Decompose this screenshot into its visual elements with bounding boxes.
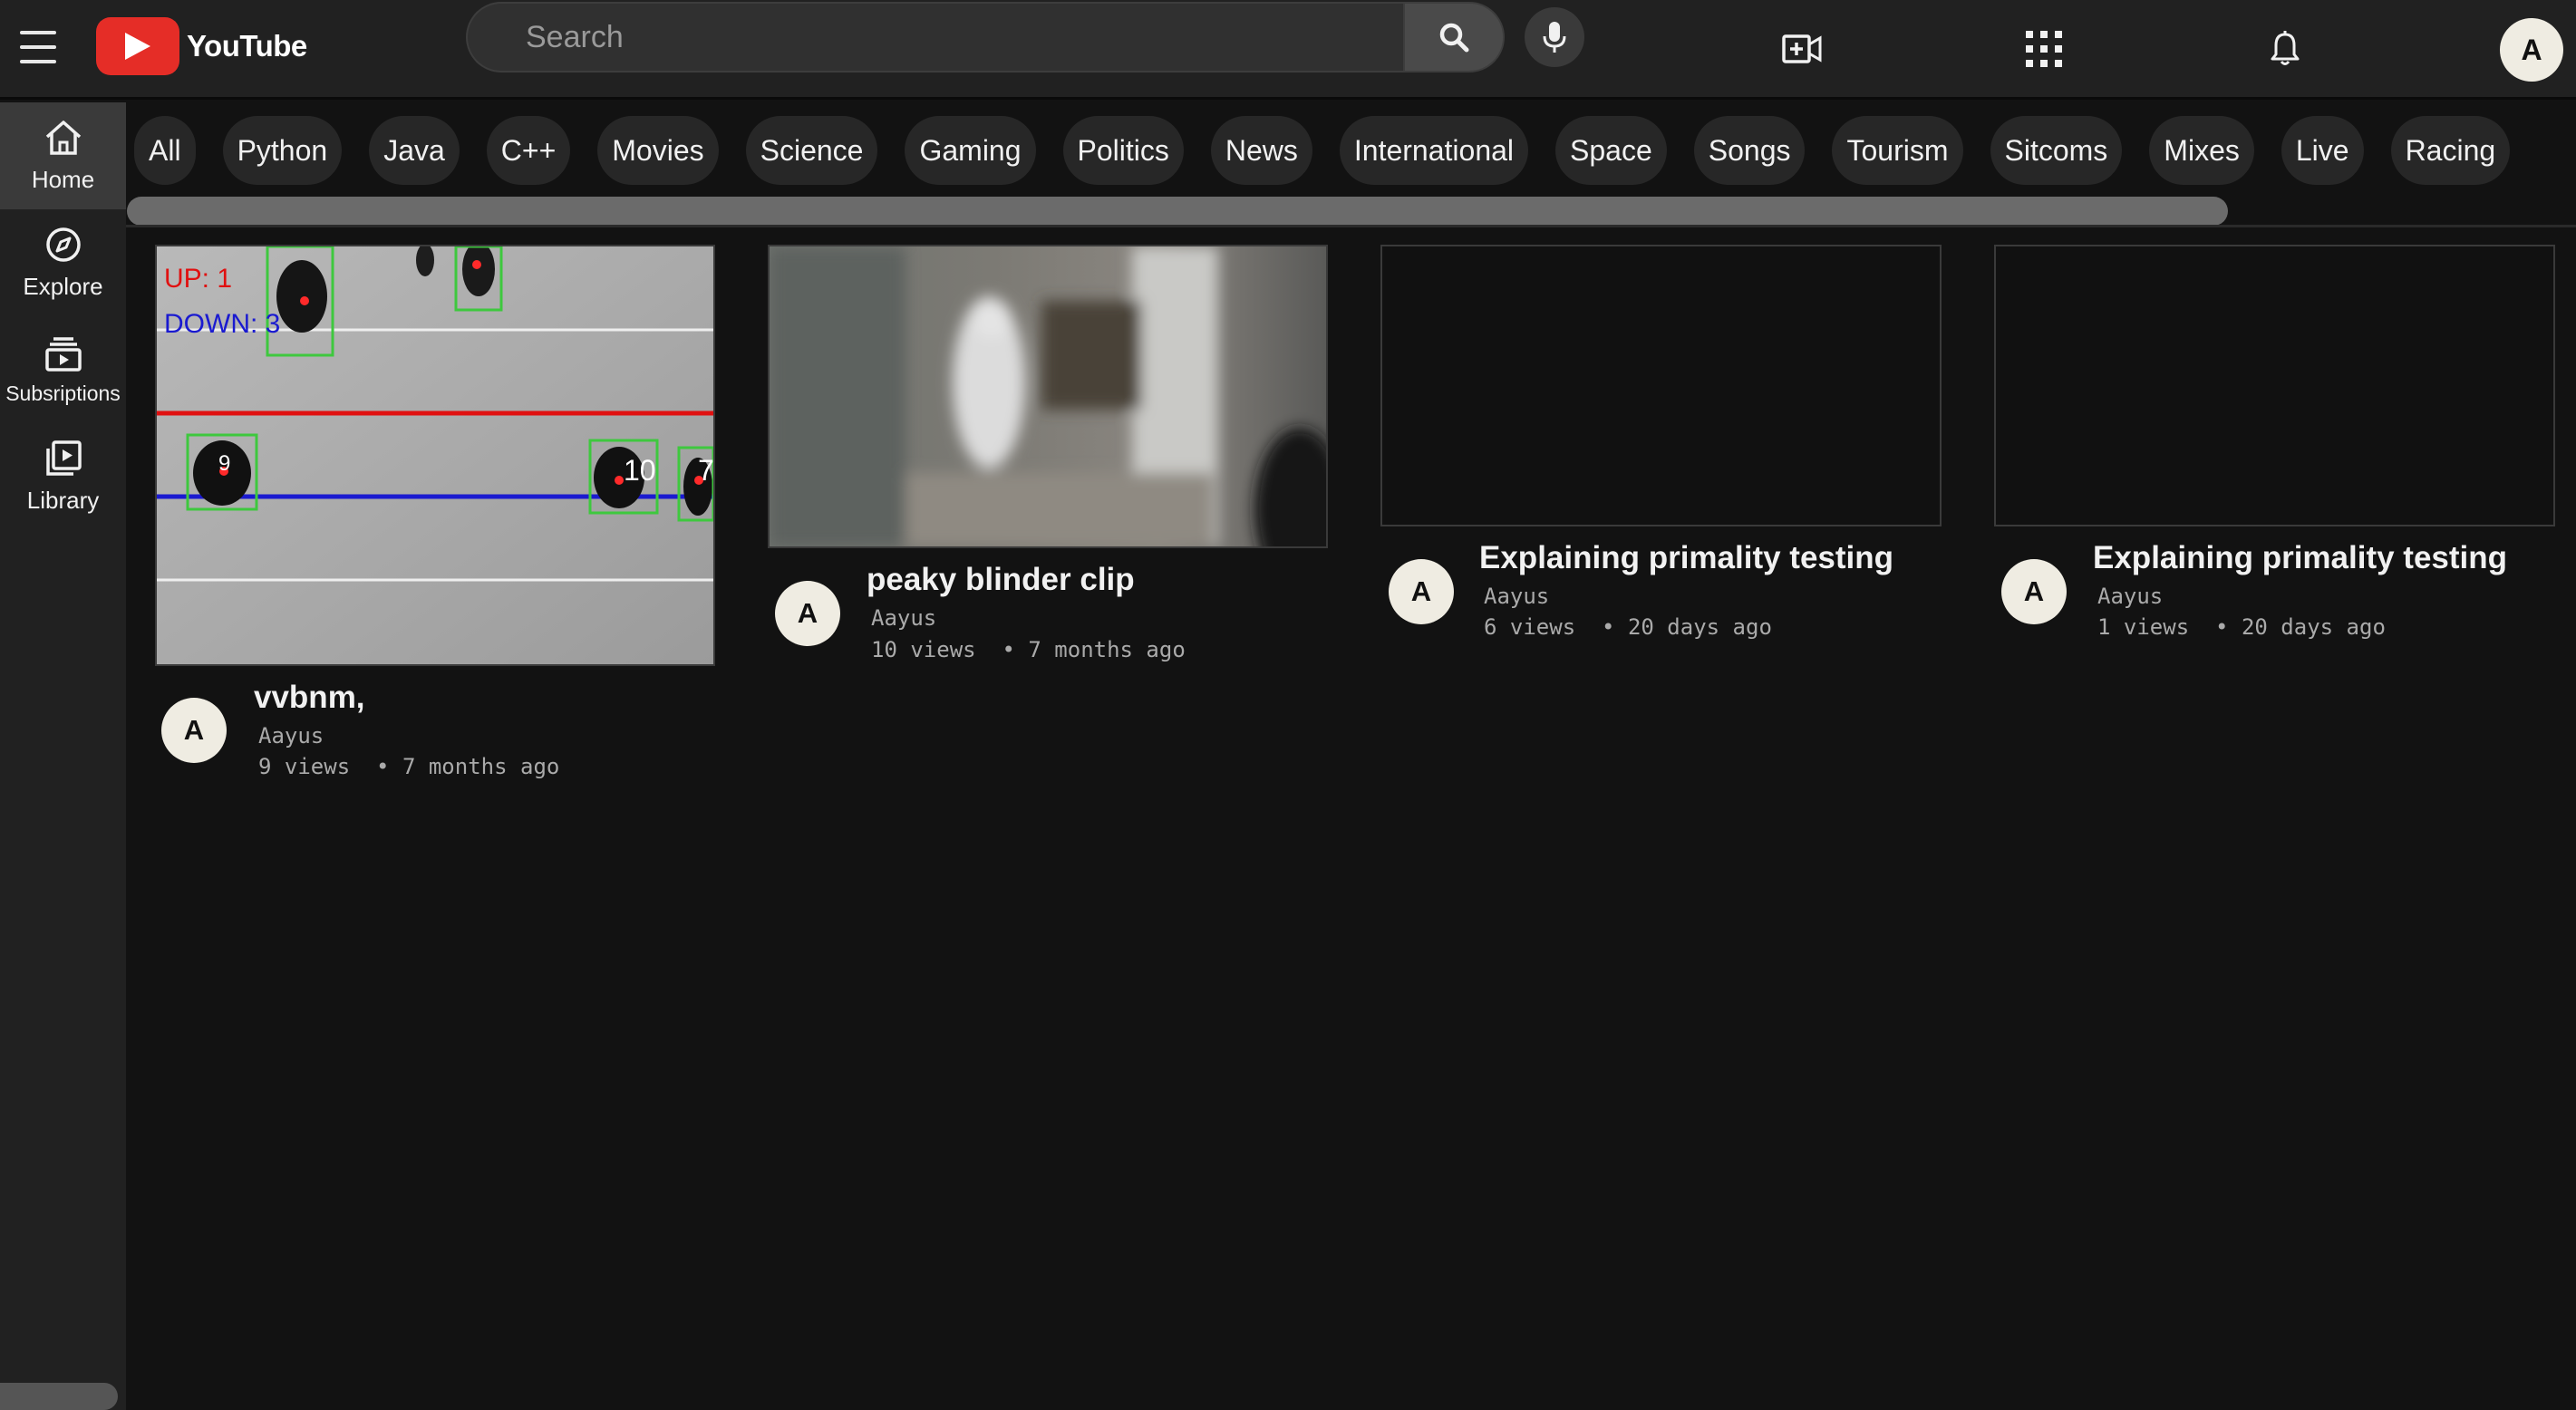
upload-age: 20 days ago bbox=[2241, 614, 2386, 640]
video-meta: 9 views • 7 months ago bbox=[258, 754, 560, 779]
search-bar bbox=[466, 2, 1505, 72]
view-count: 1 views bbox=[2097, 614, 2190, 640]
home-icon bbox=[45, 120, 81, 155]
video-meta: 6 views • 20 days ago bbox=[1484, 614, 1772, 640]
sidebar-item-label: Explore bbox=[23, 272, 103, 300]
chip-songs[interactable]: Songs bbox=[1693, 116, 1806, 185]
video-thumbnail[interactable] bbox=[768, 245, 1328, 548]
account-avatar[interactable]: A bbox=[2500, 18, 2563, 82]
counter-down-label: DOWN: 3 bbox=[164, 309, 280, 339]
chips-scrollbar[interactable] bbox=[127, 197, 2228, 226]
chip-tourism[interactable]: Tourism bbox=[1832, 116, 1963, 185]
subscriptions-icon bbox=[44, 336, 82, 372]
video-title[interactable]: Explaining primality testing bbox=[1479, 540, 1893, 576]
sidebar: Home Explore Subsriptions Library bbox=[0, 102, 126, 1410]
sidebar-item-subscriptions[interactable]: Subsriptions bbox=[0, 316, 126, 423]
chip-international[interactable]: International bbox=[1339, 116, 1529, 185]
chip-politics[interactable]: Politics bbox=[1062, 116, 1184, 185]
upload-age: 7 months ago bbox=[1028, 637, 1186, 662]
video-title[interactable]: vvbnm, bbox=[254, 680, 365, 716]
top-bar: YouTube Search A bbox=[0, 0, 2576, 100]
video-title[interactable]: peaky blinder clip bbox=[867, 562, 1135, 598]
video-meta: 10 views • 7 months ago bbox=[871, 637, 1186, 662]
counter-up-label: UP: 1 bbox=[164, 264, 232, 294]
view-count: 6 views bbox=[1484, 614, 1576, 640]
video-thumbnail[interactable]: UP: 1 DOWN: 3 9 10 7 bbox=[155, 245, 715, 666]
menu-icon[interactable] bbox=[20, 31, 56, 63]
sidebar-scrollbar[interactable] bbox=[0, 1383, 118, 1410]
thumbnail-image: UP: 1 DOWN: 3 9 10 7 bbox=[157, 246, 713, 664]
sidebar-item-home[interactable]: Home bbox=[0, 102, 126, 209]
thumbnail-image bbox=[770, 246, 1326, 546]
chip-movies[interactable]: Movies bbox=[597, 116, 719, 185]
channel-avatar[interactable]: A bbox=[1389, 559, 1454, 624]
chip-all[interactable]: All bbox=[134, 116, 196, 185]
compass-icon bbox=[45, 227, 81, 262]
chip-science[interactable]: Science bbox=[745, 116, 878, 185]
channel-avatar[interactable]: A bbox=[2001, 559, 2067, 624]
search-input[interactable] bbox=[466, 2, 1403, 72]
logo-text: YouTube bbox=[187, 29, 307, 63]
track-id-label: 10 bbox=[624, 454, 656, 487]
create-video-button[interactable] bbox=[1778, 25, 1825, 72]
search-icon bbox=[1439, 23, 1469, 53]
chip-space[interactable]: Space bbox=[1555, 116, 1667, 185]
library-icon bbox=[45, 439, 82, 476]
sidebar-item-label: Subsriptions bbox=[5, 381, 121, 405]
channel-avatar[interactable]: A bbox=[161, 698, 227, 763]
channel-name[interactable]: Aayus bbox=[1484, 584, 1549, 609]
video-meta: 1 views • 20 days ago bbox=[2097, 614, 2386, 640]
search-button[interactable] bbox=[1403, 2, 1505, 72]
apps-button[interactable] bbox=[2020, 25, 2068, 72]
bell-icon bbox=[2271, 31, 2300, 65]
video-title[interactable]: Explaining primality testing bbox=[2093, 540, 2507, 576]
chip-sitcoms[interactable]: Sitcoms bbox=[1990, 116, 2123, 185]
channel-name[interactable]: Aayus bbox=[871, 605, 936, 631]
play-logo-icon bbox=[96, 17, 179, 75]
video-thumbnail[interactable] bbox=[1380, 245, 1942, 526]
category-chips: All Python Java C++ Movies Science Gamin… bbox=[134, 116, 2511, 187]
view-count: 9 views bbox=[258, 754, 351, 779]
voice-search-button[interactable] bbox=[1525, 7, 1584, 67]
chip-racing[interactable]: Racing bbox=[2390, 116, 2511, 185]
channel-name[interactable]: Aayus bbox=[2097, 584, 2163, 609]
channel-avatar[interactable]: A bbox=[775, 581, 840, 646]
upload-age: 20 days ago bbox=[1627, 614, 1772, 640]
chip-news[interactable]: News bbox=[1210, 116, 1312, 185]
video-thumbnail[interactable] bbox=[1994, 245, 2555, 526]
sidebar-item-explore[interactable]: Explore bbox=[0, 209, 126, 316]
chip-python[interactable]: Python bbox=[222, 116, 343, 185]
sidebar-item-label: Home bbox=[31, 165, 95, 193]
youtube-logo[interactable]: YouTube bbox=[96, 17, 307, 75]
chip-live[interactable]: Live bbox=[2281, 116, 2364, 185]
notifications-button[interactable] bbox=[2261, 25, 2309, 72]
channel-name[interactable]: Aayus bbox=[258, 723, 324, 748]
chip-cpp[interactable]: C++ bbox=[486, 116, 571, 185]
add-video-icon bbox=[1782, 34, 1822, 63]
microphone-icon bbox=[1543, 22, 1566, 53]
chip-java[interactable]: Java bbox=[369, 116, 460, 185]
chip-mixes[interactable]: Mixes bbox=[2149, 116, 2254, 185]
sidebar-item-library[interactable]: Library bbox=[0, 423, 126, 530]
view-count: 10 views bbox=[871, 637, 976, 662]
upload-age: 7 months ago bbox=[402, 754, 560, 779]
sidebar-item-label: Library bbox=[26, 486, 100, 514]
track-id-label: 7 bbox=[698, 454, 713, 487]
apps-grid-icon bbox=[2026, 31, 2062, 67]
track-id-label: 9 bbox=[218, 451, 230, 476]
chip-gaming[interactable]: Gaming bbox=[905, 116, 1036, 185]
chips-divider bbox=[126, 225, 2576, 227]
